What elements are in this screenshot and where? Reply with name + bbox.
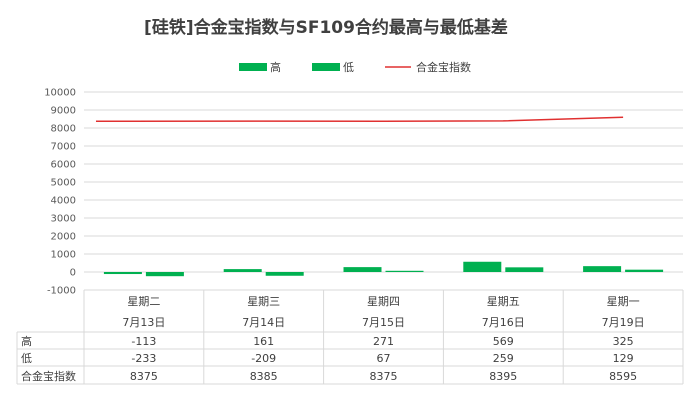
table-row-label: 高: [21, 334, 32, 348]
table-cell: 271: [373, 335, 394, 348]
chart-container: [硅铁]合金宝指数与SF109合约最高与最低基差 高低合金宝指数 10000 90…: [0, 0, 700, 404]
bar-high: [103, 272, 142, 275]
index-line-path: [95, 116, 624, 123]
data-table: 星期二 7月13日 星期三 7月14日 星期四 7月15日 星期五 7月16日 星期一 7月19日…: [16, 289, 684, 385]
bar-low: [265, 272, 304, 276]
legend-label: 低: [343, 61, 354, 74]
category-day-label: 星期五: [487, 295, 520, 308]
table-cell: 67: [377, 352, 391, 365]
bar-high: [583, 266, 622, 272]
y-tick-label: -1000: [47, 286, 76, 297]
table-cell: 8375: [370, 370, 398, 383]
category-day-label: 星期二: [127, 295, 160, 308]
bar-high: [343, 267, 382, 272]
table-cell: 8395: [489, 370, 517, 383]
table-row-label: 合金宝指数: [21, 369, 76, 383]
bar-high: [463, 261, 502, 272]
y-tick-label: 0: [70, 268, 76, 279]
y-tick-label: 10000: [44, 88, 76, 99]
y-tick-label: 4000: [51, 196, 76, 207]
bar-high: [223, 269, 262, 272]
category-day-label: 星期一: [607, 295, 640, 308]
table-cell: 569: [493, 335, 514, 348]
table-cell: 8385: [250, 370, 278, 383]
y-tick-label: 6000: [51, 160, 76, 171]
table-row-label: 低: [21, 352, 32, 365]
table-cell: 8595: [609, 370, 637, 383]
category-date-label: 7月13日: [122, 316, 165, 329]
y-tick-label: 3000: [51, 214, 76, 225]
y-tick-label: 2000: [51, 232, 76, 243]
y-tick-label: 1000: [51, 250, 76, 261]
table-cell: -209: [251, 352, 276, 365]
bar-low: [145, 272, 184, 277]
category-date-label: 7月16日: [482, 316, 525, 329]
y-tick-label: 7000: [51, 142, 76, 153]
chart-title: [硅铁]合金宝指数与SF109合约最高与最低基差: [144, 17, 508, 38]
category-date-label: 7月15日: [362, 316, 405, 329]
bar-low: [385, 270, 424, 272]
bars: [103, 261, 664, 277]
legend: 高 低 合金宝指数: [239, 60, 471, 74]
table-cell: 161: [253, 335, 274, 348]
table-cell: -113: [131, 335, 156, 348]
chart-svg: [硅铁]合金宝指数与SF109合约最高与最低基差 高低合金宝指数 1000090…: [16, 17, 684, 385]
category-date-label: 7月14日: [242, 316, 285, 329]
y-tick-label: 9000: [51, 106, 76, 117]
category-day-label: 星期三: [247, 295, 280, 308]
legend-swatch: [312, 63, 340, 71]
y-tick-label: 5000: [51, 178, 76, 189]
category-date-label: 7月19日: [602, 316, 645, 329]
table-cell: 325: [613, 335, 634, 348]
y-tick-label: 8000: [51, 124, 76, 135]
table-cell: 8375: [130, 370, 158, 383]
legend-label: 合金宝指数: [416, 60, 471, 74]
category-day-label: 星期四: [367, 295, 400, 308]
y-axis-ticks: 1000090008000700060005000400030002000100…: [44, 88, 76, 297]
legend-swatch: [239, 63, 267, 71]
index-line: [95, 116, 624, 123]
bar-low: [505, 267, 544, 272]
legend-label: 高: [270, 60, 281, 74]
table-cell: 259: [493, 352, 514, 365]
table-cell: -233: [131, 352, 156, 365]
table-cell: 129: [613, 352, 634, 365]
bar-low: [625, 269, 664, 272]
